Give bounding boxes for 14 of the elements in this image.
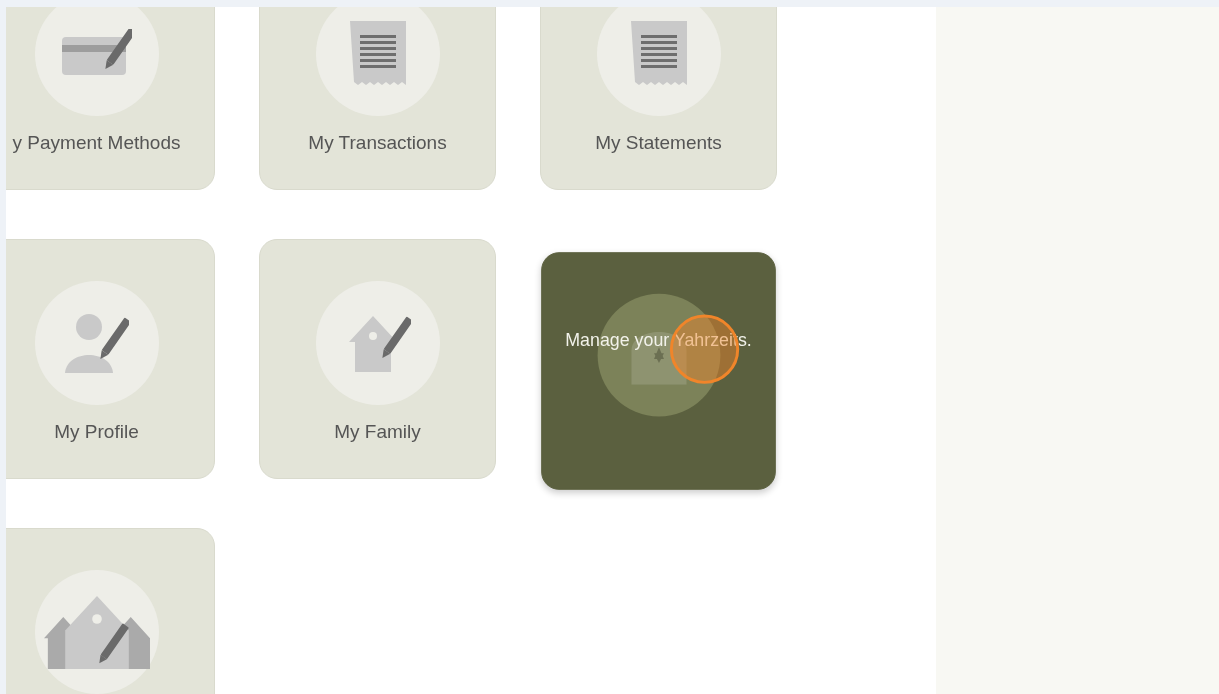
tile-label: My Family [334,421,421,443]
tile-label: My Transactions [308,132,447,154]
menu-tile[interactable]: My Profile [6,239,215,479]
menu-tile[interactable]: y Payment Methods [6,7,215,190]
tile-label: Manage your Yahrzeits. [564,330,753,352]
tile-label: y Payment Methods [12,132,181,154]
receipt-icon [349,21,406,87]
tile-label: My Profile [54,421,139,443]
menu-tile[interactable]: My Statements [540,7,777,190]
menu-tile[interactable]: My Transactions [259,7,496,190]
receipt-icon [630,21,687,87]
menu-tile[interactable]: My Family [259,239,496,479]
person-pencil-icon [64,311,129,375]
tile-label: My Statements [595,132,722,154]
